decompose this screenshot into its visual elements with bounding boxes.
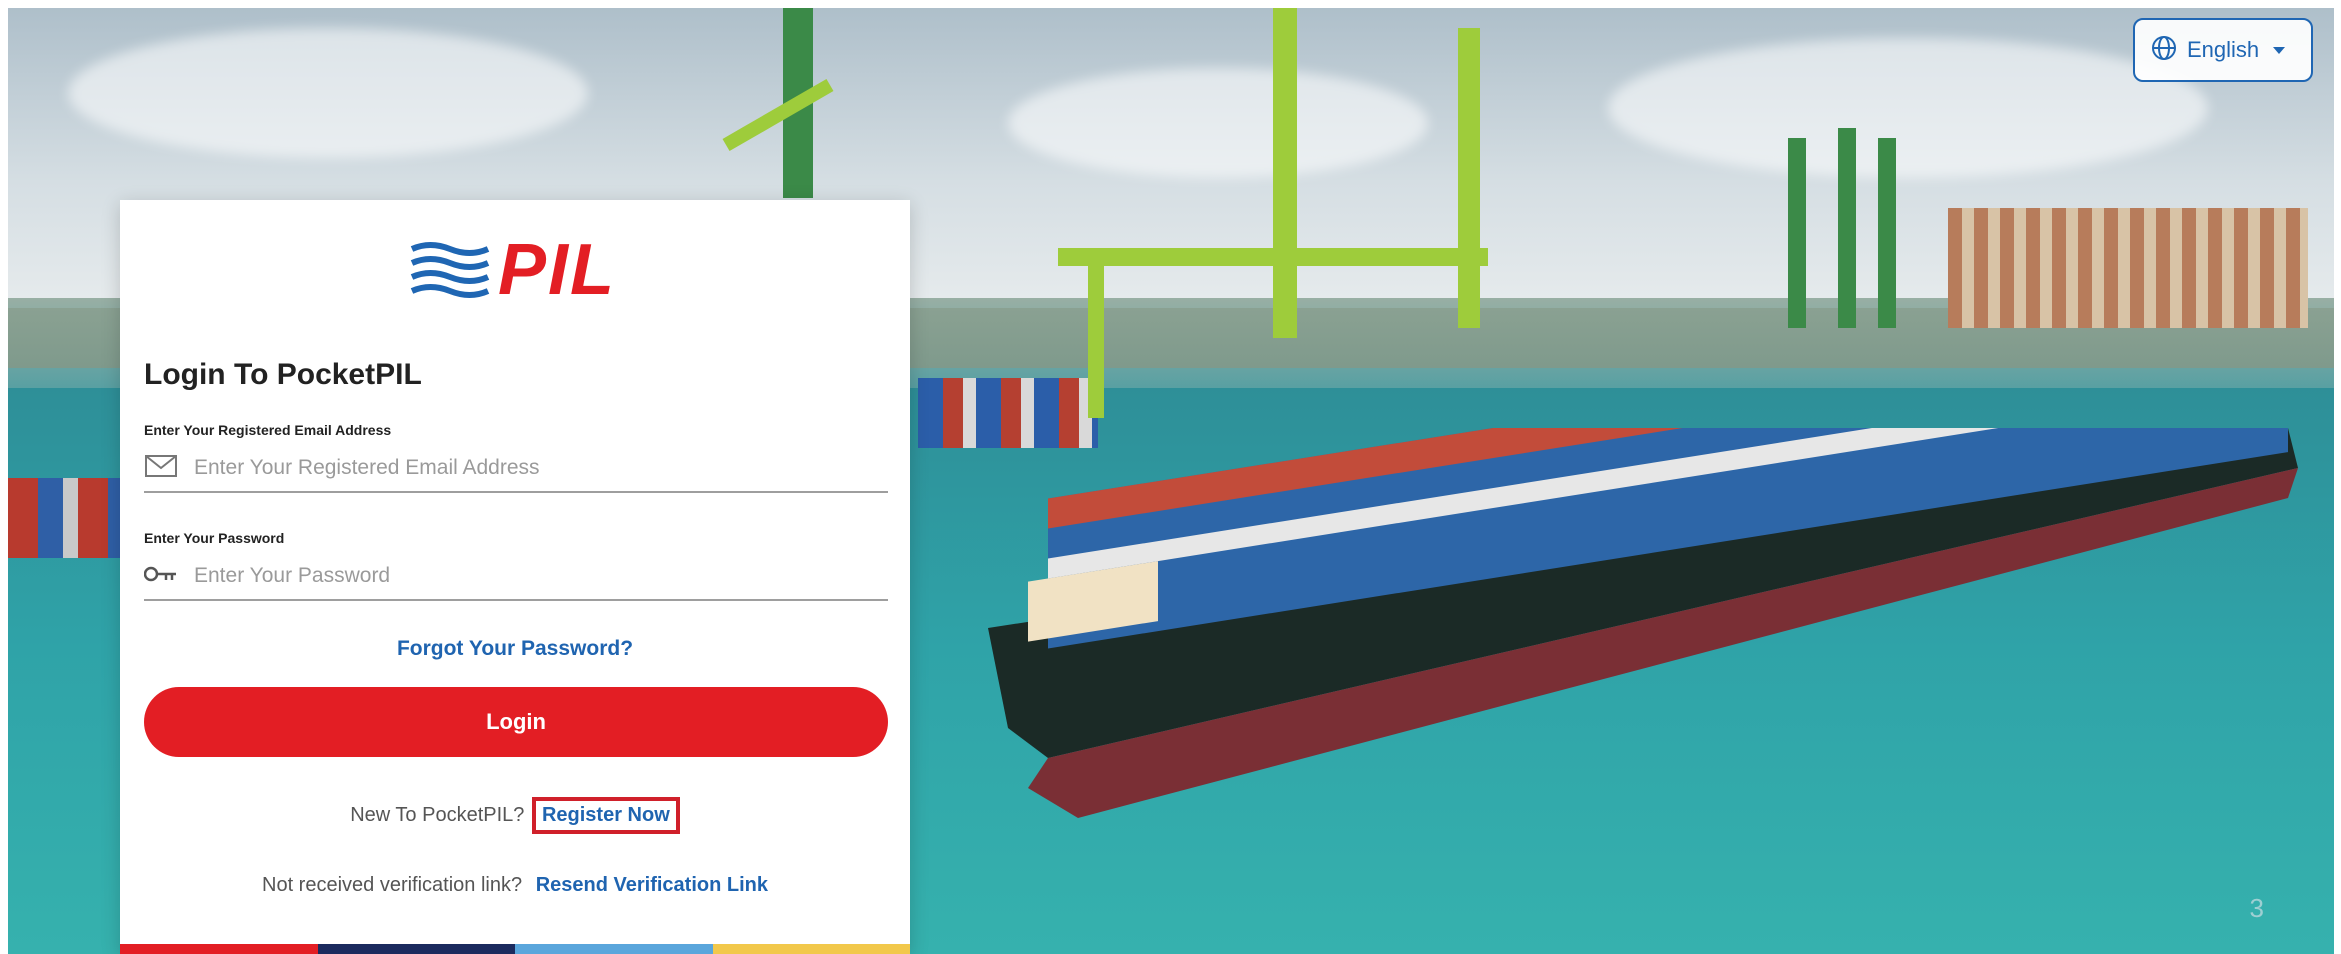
cloud — [1608, 38, 2208, 178]
login-card: PIL Login To PocketPIL Enter Your Regist… — [120, 200, 910, 954]
login-button[interactable]: Login — [144, 687, 888, 757]
verification-text: Not received verification link? — [262, 874, 523, 896]
crane — [1458, 28, 1480, 328]
crane — [1058, 248, 1488, 266]
crane — [1273, 8, 1297, 338]
register-now-link[interactable]: Register Now — [531, 797, 680, 834]
email-field[interactable] — [144, 445, 888, 493]
password-label: Enter Your Password — [144, 530, 285, 546]
cloud — [1008, 68, 1428, 178]
brand-color-strip — [120, 944, 910, 954]
logo-text: PIL — [498, 229, 617, 310]
strip-segment — [120, 944, 318, 954]
key-icon — [143, 564, 178, 589]
page-number: 3 — [2249, 893, 2264, 923]
waves-icon — [410, 241, 490, 298]
verification-row: Not received verification link? Resend V… — [120, 874, 910, 897]
globe-icon — [2151, 35, 2177, 66]
crane — [1788, 138, 1806, 328]
resend-verification-link[interactable]: Resend Verification Link — [536, 874, 768, 896]
container-stack — [8, 478, 128, 558]
language-label: English — [2187, 37, 2260, 62]
strip-segment — [712, 944, 910, 954]
pil-logo: PIL — [410, 230, 640, 310]
crane — [1878, 138, 1896, 328]
port-buildings — [1948, 208, 2308, 328]
password-input[interactable] — [192, 563, 876, 589]
page-title: Login To PocketPIL — [144, 358, 422, 391]
chevron-down-icon — [2273, 46, 2286, 54]
container-ship — [988, 428, 2298, 818]
language-selector[interactable]: English — [2133, 18, 2313, 82]
crane — [1838, 128, 1856, 328]
register-row: New To PocketPIL? Register Now — [120, 797, 910, 834]
strip-segment — [515, 944, 713, 954]
email-input[interactable] — [192, 455, 876, 481]
strip-segment — [317, 944, 515, 954]
email-label: Enter Your Registered Email Address — [144, 422, 392, 438]
cloud — [68, 28, 588, 158]
crane — [1088, 258, 1104, 418]
password-field[interactable] — [143, 553, 888, 601]
forgot-password-link[interactable]: Forgot Your Password? — [120, 637, 910, 661]
mail-icon — [144, 454, 178, 483]
new-user-text: New To PocketPIL? — [350, 804, 525, 826]
